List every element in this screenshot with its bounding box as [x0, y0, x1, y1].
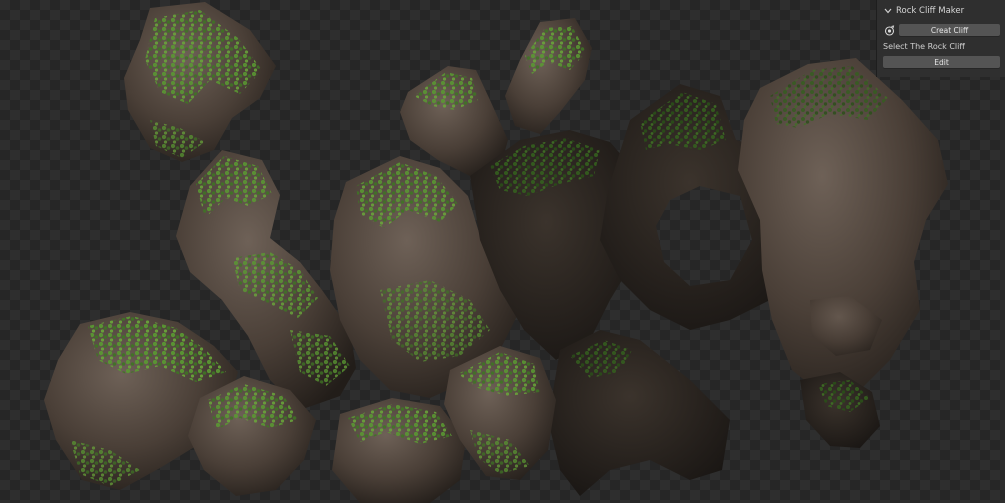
chevron-down-icon[interactable] [883, 8, 893, 14]
rock-13 [332, 398, 466, 503]
rock-cliff-scene [44, 2, 948, 503]
select-rock-label: Select The Rock Cliff [883, 42, 965, 51]
rock-10 [548, 330, 730, 496]
edit-button[interactable]: Edit [883, 56, 1000, 68]
panel-header[interactable]: Rock Cliff Maker [883, 3, 1000, 19]
rock-1 [124, 2, 276, 162]
panel-title: Rock Cliff Maker [896, 6, 965, 16]
edit-row: Edit [883, 56, 1000, 68]
rock-9 [800, 372, 880, 448]
rock-8 [738, 58, 948, 396]
create-row: Creat Cliff [883, 24, 1000, 36]
create-cliff-button[interactable]: Creat Cliff [899, 24, 1000, 36]
rock-3 [400, 66, 508, 176]
rock-generator-icon [883, 24, 895, 36]
3d-viewport[interactable]: Rock Cliff Maker Creat Cliff Select The … [0, 0, 1005, 503]
rock-2 [505, 18, 592, 134]
rock-cliff-maker-panel: Rock Cliff Maker Creat Cliff Select The … [876, 0, 1005, 77]
